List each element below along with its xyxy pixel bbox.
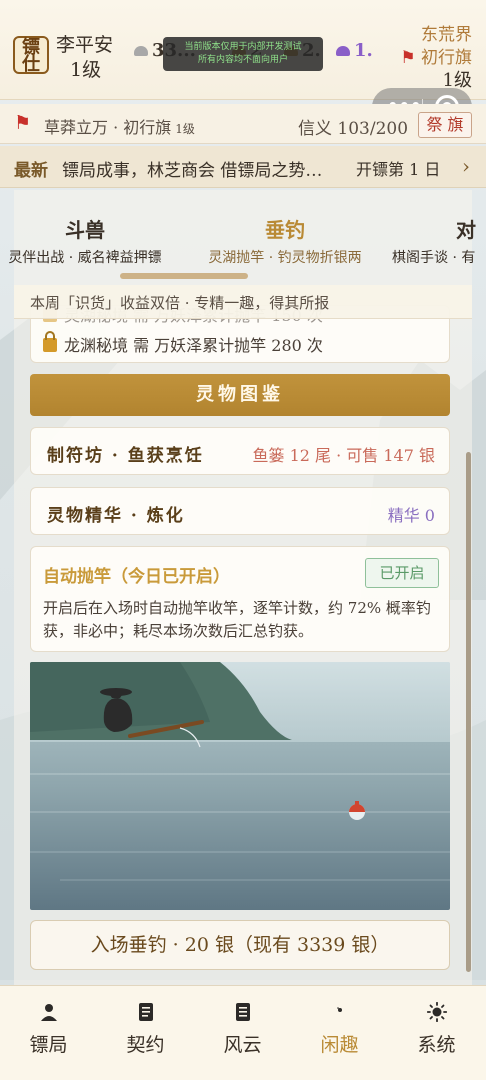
nav-leisure[interactable]: 闲趣 (291, 986, 388, 1080)
red-flag-icon: ⚑ (14, 112, 32, 134)
nav-contract[interactable]: 契约 (97, 986, 194, 1080)
tab-beast-fight[interactable]: 斗兽 灵伴出战 · 威名裨益押镖 (0, 214, 180, 267)
enter-fishing-button[interactable]: 入场垂钓 · 20 银（现有 3339 银） (30, 920, 450, 970)
sun-icon (427, 1002, 447, 1022)
chevron-right-icon[interactable]: › (462, 154, 470, 178)
status-bar: 镖仕 李平安 1级 33... 2 2. 1. 当前版本仅用于内部开发测试 所有… (0, 0, 486, 100)
day-counter: 开镖第 1 日 (356, 160, 441, 179)
player-level: 1级 (70, 59, 102, 81)
dev-notice-toast: 当前版本仅用于内部开发测试 所有内容均不面向用户 (163, 37, 323, 71)
tab-fishing[interactable]: 垂钓 灵湖抛竿 · 钓灵物折银两 (190, 214, 380, 267)
rank-title: 草莽立万 · 初行旗 1级 (44, 118, 195, 137)
nav-escort[interactable]: 镖局 (0, 986, 97, 1080)
person-icon (41, 1004, 57, 1021)
flag-rank: ⚑ 初行旗 (400, 48, 472, 68)
red-flag-icon: ⚑ (400, 48, 416, 68)
weekly-bonus-notice: 本周「识货」收益双倍 · 专精一趣，得其所报 (14, 285, 472, 319)
essence-title: 灵物精华 · 炼化 (47, 506, 185, 526)
fishing-scene[interactable] (30, 662, 450, 910)
leisure-tabs: 斗兽 灵伴出战 · 威名裨益押镖 垂钓 灵湖抛竿 · 钓灵物折银两 对 棋阁手谈… (0, 200, 486, 270)
spirit-codex-button[interactable]: 灵物图鉴 (30, 374, 450, 416)
ticker-label: 最新 (14, 161, 48, 181)
ticker-text: 镖局成事，林芝商会 借镖局之势… (62, 161, 323, 181)
bottom-nav: 镖局 契约 风云 闲趣 系统 (0, 985, 486, 1080)
scrollbar[interactable] (466, 452, 471, 972)
scroll-icon (236, 1003, 250, 1021)
nav-system[interactable]: 系统 (388, 986, 485, 1080)
lock-icon (43, 331, 57, 352)
region-name: 东荒界 (421, 25, 472, 45)
cooking-workshop-row[interactable]: 制符坊 · 鱼获烹饪 鱼篓 12 尾 · 可售 147 银 (30, 427, 450, 475)
silver-ingot-icon (134, 46, 148, 56)
document-icon (139, 1003, 153, 1021)
rank-banner: ⚑ 草莽立万 · 初行旗 1级 信义 103/200 祭 旗 (0, 104, 486, 144)
locked-realm: 龙渊秘境 需 万妖泽累计抛竿 280 次 (43, 331, 323, 356)
moon-icon (337, 1007, 342, 1012)
auto-cast-card: 自动抛竿（今日已开启） 已开启 开启后在入场时自动抛竿收竿，逐竿计数，约 72%… (30, 546, 450, 652)
trust-counter: 信义 103/200 (298, 119, 409, 139)
resource-purple-cloud: 1. (336, 40, 373, 61)
avatar[interactable]: 镖仕 (13, 36, 49, 74)
fish-basket-status: 鱼篓 12 尾 · 可售 147 银 (252, 446, 435, 465)
active-tab-indicator (120, 273, 248, 279)
auto-cast-title: 自动抛竿（今日已开启） (43, 567, 230, 587)
essence-refine-row[interactable]: 灵物精华 · 炼化 精华 0 (30, 487, 450, 535)
workshop-title: 制符坊 · 鱼获烹饪 (47, 446, 204, 466)
essence-count: 精华 0 (387, 506, 435, 525)
player-name: 李平安 (56, 34, 114, 56)
auto-cast-description: 开启后在入场时自动抛竿收竿，逐竿计数，约 72% 概率钓获，非必中；耗尽本场次数… (43, 599, 431, 640)
auto-cast-toggle[interactable]: 已开启 (365, 558, 439, 588)
purple-cloud-icon (336, 46, 350, 56)
sacrifice-flag-button[interactable]: 祭 旗 (418, 112, 472, 138)
news-ticker[interactable]: 最新 镖局成事，林芝商会 借镖局之势… 开镖第 1 日 › (0, 146, 486, 188)
nav-events[interactable]: 风云 (194, 986, 291, 1080)
tab-chess[interactable]: 对 棋阁手谈 · 有 (392, 214, 486, 267)
